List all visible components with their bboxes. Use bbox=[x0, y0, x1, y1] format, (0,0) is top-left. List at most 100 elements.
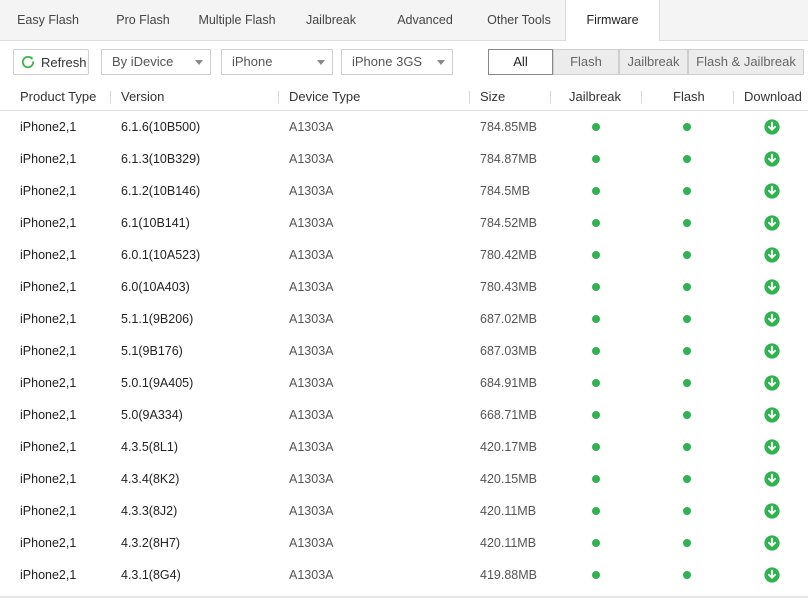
product-type-cell: iPhone2,1 bbox=[20, 536, 77, 550]
download-arrow-icon[interactable] bbox=[764, 471, 780, 487]
version-cell: 4.3.4(8K2) bbox=[121, 472, 180, 486]
size-cell: 784.5MB bbox=[480, 184, 531, 198]
col-size[interactable]: Size bbox=[480, 85, 505, 111]
table-row[interactable]: iPhone2,1 4.3.3(8J2) A1303A 420.11MB bbox=[0, 495, 808, 527]
table-row[interactable]: iPhone2,1 6.0(10A403) A1303A 780.43MB bbox=[0, 271, 808, 303]
filter-flash-jailbreak-button[interactable]: Flash & Jailbreak bbox=[688, 49, 804, 75]
table-row[interactable]: iPhone2,1 5.0(9A334) A1303A 668.71MB bbox=[0, 399, 808, 431]
jailbreak-status-dot bbox=[592, 315, 600, 323]
column-divider[interactable] bbox=[550, 91, 551, 104]
download-arrow-icon[interactable] bbox=[764, 343, 780, 359]
jailbreak-status-dot bbox=[592, 539, 600, 547]
version-cell: 5.0.1(9A405) bbox=[121, 376, 194, 390]
filter-all-button[interactable]: All bbox=[488, 49, 553, 75]
col-device-type[interactable]: Device Type bbox=[289, 85, 360, 111]
version-cell: 6.1.6(10B500) bbox=[121, 120, 201, 134]
column-divider[interactable] bbox=[278, 91, 279, 104]
table-row[interactable]: iPhone2,1 6.0.1(10A523) A1303A 780.42MB bbox=[0, 239, 808, 271]
jailbreak-status-dot bbox=[592, 571, 600, 579]
device-type-cell: A1303A bbox=[289, 280, 334, 294]
flash-status-dot bbox=[683, 219, 691, 227]
device-type-cell: A1303A bbox=[289, 344, 334, 358]
product-type-cell: iPhone2,1 bbox=[20, 344, 77, 358]
device-type-cell: A1303A bbox=[289, 248, 334, 262]
column-divider[interactable] bbox=[469, 91, 470, 104]
product-type-cell: iPhone2,1 bbox=[20, 280, 77, 294]
flash-status-dot bbox=[683, 123, 691, 131]
filter-jailbreak-button[interactable]: Jailbreak bbox=[619, 49, 688, 75]
size-cell: 687.03MB bbox=[480, 344, 537, 358]
col-version[interactable]: Version bbox=[121, 85, 164, 111]
download-arrow-icon[interactable] bbox=[764, 183, 780, 199]
device-type-cell: A1303A bbox=[289, 472, 334, 486]
product-type-cell: iPhone2,1 bbox=[20, 408, 77, 422]
size-cell: 784.52MB bbox=[480, 216, 537, 230]
col-jailbreak[interactable]: Jailbreak bbox=[569, 85, 621, 111]
table-row[interactable]: iPhone2,1 5.1(9B176) A1303A 687.03MB bbox=[0, 335, 808, 367]
download-arrow-icon[interactable] bbox=[764, 151, 780, 167]
col-download[interactable]: Download bbox=[744, 85, 802, 111]
version-cell: 4.3.5(8L1) bbox=[121, 440, 178, 454]
table-row[interactable]: iPhone2,1 6.1.2(10B146) A1303A 784.5MB bbox=[0, 175, 808, 207]
product-type-cell: iPhone2,1 bbox=[20, 376, 77, 390]
download-arrow-icon[interactable] bbox=[764, 535, 780, 551]
device-family-select[interactable]: iPhone bbox=[221, 49, 333, 75]
download-arrow-icon[interactable] bbox=[764, 247, 780, 263]
table-row[interactable]: iPhone2,1 4.3.2(8H7) A1303A 420.11MB bbox=[0, 527, 808, 559]
table-row[interactable]: iPhone2,1 4.3.1(8G4) A1303A 419.88MB bbox=[0, 559, 808, 591]
table-row[interactable]: iPhone2,1 6.1.6(10B500) A1303A 784.85MB bbox=[0, 111, 808, 143]
table-row[interactable]: iPhone2,1 5.0.1(9A405) A1303A 684.91MB bbox=[0, 367, 808, 399]
column-divider[interactable] bbox=[733, 91, 734, 104]
filter-flash-button[interactable]: Flash bbox=[553, 49, 619, 75]
download-arrow-icon[interactable] bbox=[764, 119, 780, 135]
size-cell: 784.87MB bbox=[480, 152, 537, 166]
download-arrow-icon[interactable] bbox=[764, 503, 780, 519]
flash-status-dot bbox=[683, 539, 691, 547]
download-arrow-icon[interactable] bbox=[764, 215, 780, 231]
tab-other-tools[interactable]: Other Tools bbox=[479, 0, 559, 41]
device-type-cell: A1303A bbox=[289, 440, 334, 454]
table-row[interactable]: iPhone2,1 4.3.5(8L1) A1303A 420.17MB bbox=[0, 431, 808, 463]
download-arrow-icon[interactable] bbox=[764, 567, 780, 583]
flash-status-dot bbox=[683, 411, 691, 419]
tab-advanced[interactable]: Advanced bbox=[385, 0, 465, 41]
device-type-cell: A1303A bbox=[289, 408, 334, 422]
tab-easy-flash[interactable]: Easy Flash bbox=[8, 0, 88, 41]
download-arrow-icon[interactable] bbox=[764, 311, 780, 327]
table-row[interactable]: iPhone2,1 5.1.1(9B206) A1303A 687.02MB bbox=[0, 303, 808, 335]
size-cell: 668.71MB bbox=[480, 408, 537, 422]
tab-firmware[interactable]: Firmware bbox=[565, 0, 660, 42]
refresh-button[interactable]: Refresh bbox=[13, 49, 89, 75]
device-type-cell: A1303A bbox=[289, 536, 334, 550]
download-arrow-icon[interactable] bbox=[764, 407, 780, 423]
product-type-cell: iPhone2,1 bbox=[20, 312, 77, 326]
jailbreak-status-dot bbox=[592, 251, 600, 259]
flash-status-dot bbox=[683, 379, 691, 387]
product-type-cell: iPhone2,1 bbox=[20, 120, 77, 134]
table-row[interactable]: iPhone2,1 4.3.4(8K2) A1303A 420.15MB bbox=[0, 463, 808, 495]
size-cell: 420.11MB bbox=[480, 504, 537, 518]
table-row[interactable]: iPhone2,1 6.1(10B141) A1303A 784.52MB bbox=[0, 207, 808, 239]
refresh-label: Refresh bbox=[41, 54, 87, 70]
column-divider[interactable] bbox=[110, 91, 111, 104]
device-model-select[interactable]: iPhone 3GS bbox=[341, 49, 453, 75]
col-product-type[interactable]: Product Type bbox=[20, 85, 96, 111]
tab-jailbreak[interactable]: Jailbreak bbox=[291, 0, 371, 41]
version-cell: 5.1.1(9B206) bbox=[121, 312, 194, 326]
col-flash[interactable]: Flash bbox=[673, 85, 705, 111]
column-divider[interactable] bbox=[641, 91, 642, 104]
download-arrow-icon[interactable] bbox=[764, 279, 780, 295]
jailbreak-status-dot bbox=[592, 283, 600, 291]
device-model-value: iPhone 3GS bbox=[352, 54, 423, 69]
flash-status-dot bbox=[683, 251, 691, 259]
jailbreak-status-dot bbox=[592, 219, 600, 227]
size-cell: 419.88MB bbox=[480, 568, 537, 582]
filter-by-select[interactable]: By iDevice bbox=[101, 49, 211, 75]
download-arrow-icon[interactable] bbox=[764, 375, 780, 391]
refresh-icon bbox=[20, 54, 36, 70]
table-row[interactable]: iPhone2,1 6.1.3(10B329) A1303A 784.87MB bbox=[0, 143, 808, 175]
tab-multiple-flash[interactable]: Multiple Flash bbox=[192, 0, 282, 41]
jailbreak-status-dot bbox=[592, 411, 600, 419]
tab-pro-flash[interactable]: Pro Flash bbox=[103, 0, 183, 41]
download-arrow-icon[interactable] bbox=[764, 439, 780, 455]
